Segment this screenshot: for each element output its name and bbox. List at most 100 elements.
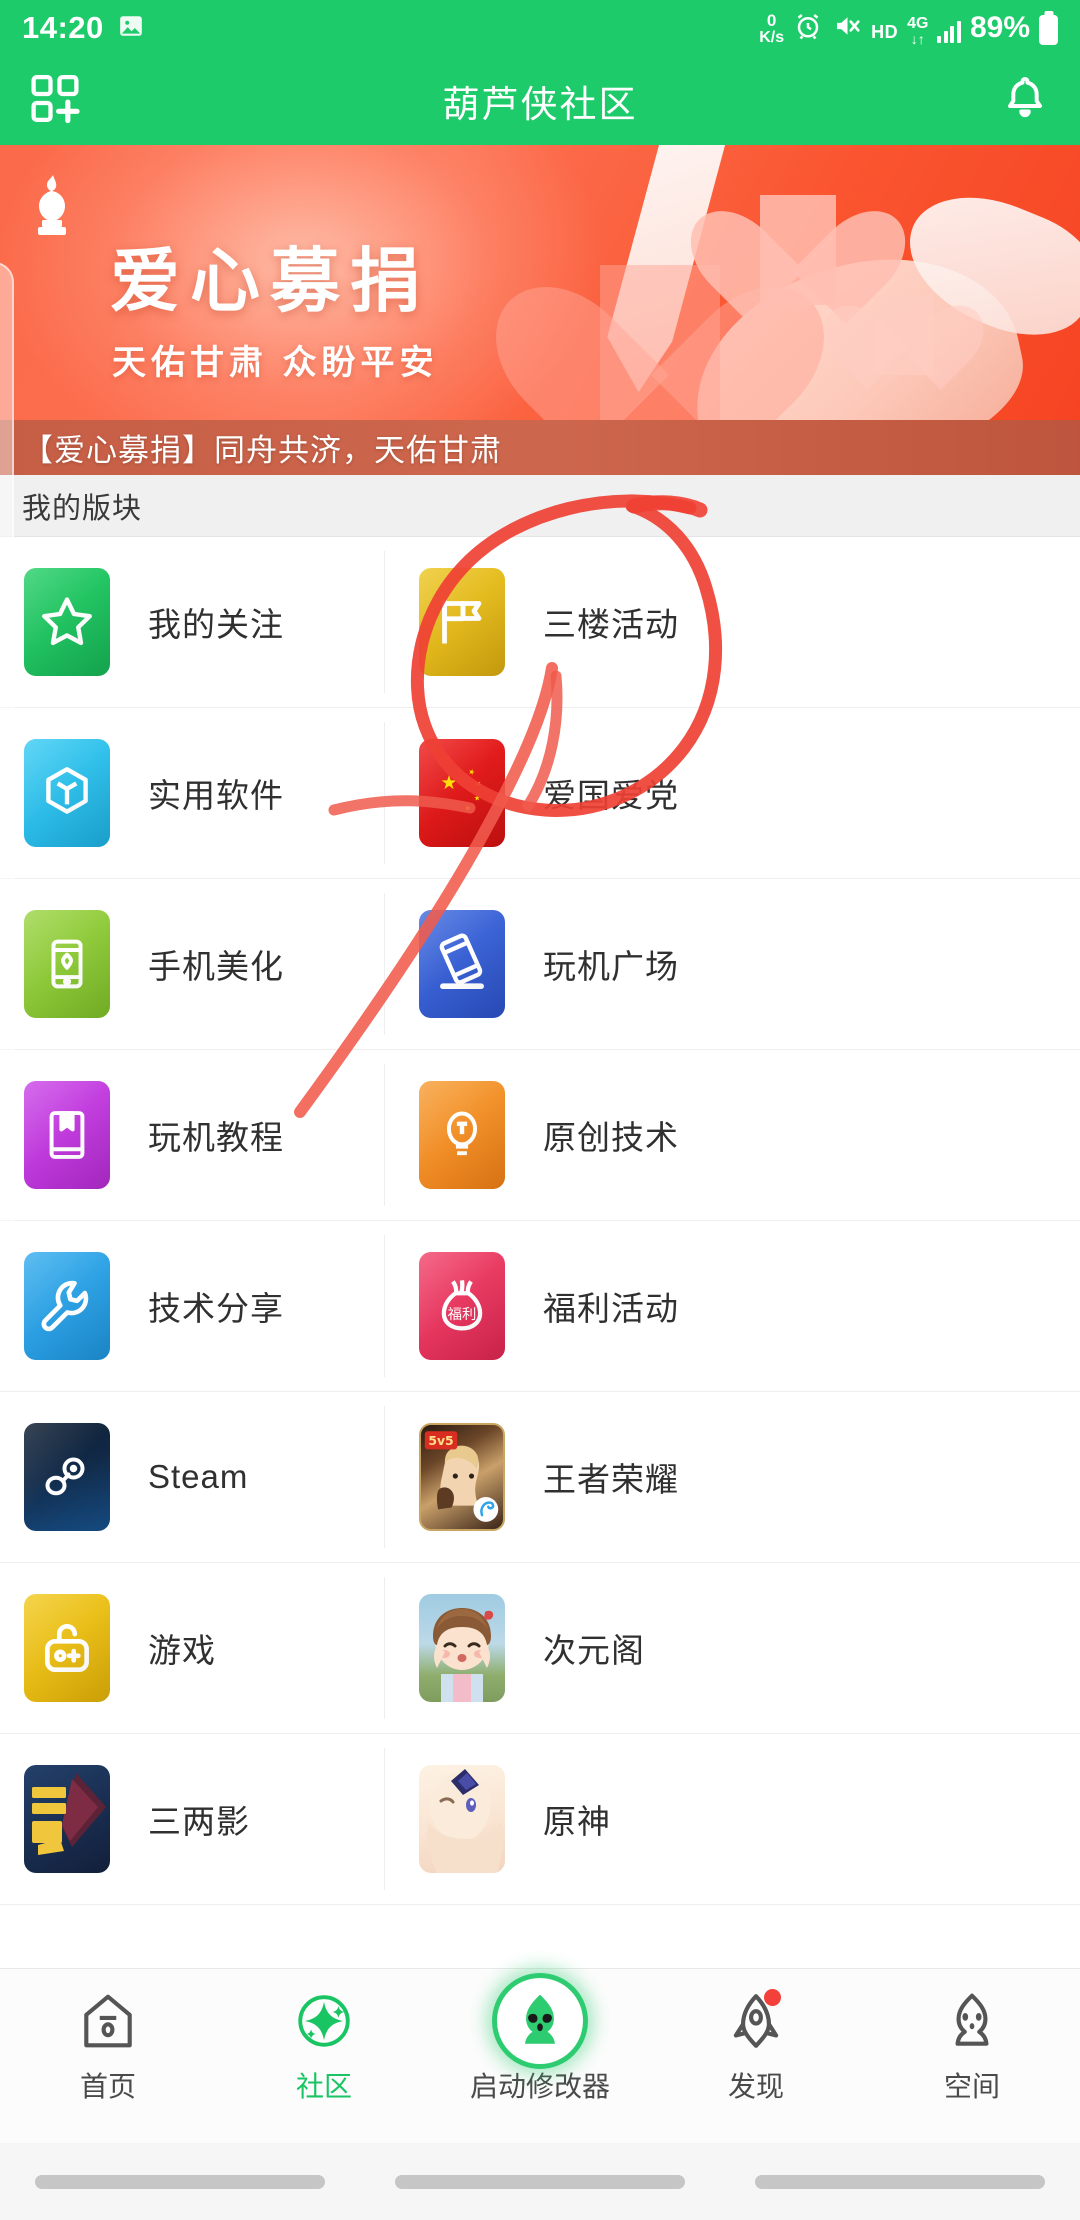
flag-icon [419, 568, 505, 676]
nav-item-launch-modifier[interactable]: 启动修改器 [440, 1973, 640, 2105]
bell-notification-icon[interactable] [1000, 73, 1050, 128]
board-item-ciyuan-pavilion[interactable]: 次元阁 [385, 1563, 1080, 1733]
network-type-label: 4G [907, 14, 929, 32]
lightbulb-icon [419, 1081, 505, 1189]
gamepad-icon [24, 1594, 110, 1702]
board-label: 玩机教程 [148, 1119, 284, 1156]
money-bag-icon: 福利 [419, 1252, 505, 1360]
phone-beautify-icon [24, 910, 110, 1018]
table-row: 游戏 次元阁 [0, 1563, 1080, 1734]
network-speed-indicator: 0 K/s [759, 12, 784, 46]
cube-icon [24, 739, 110, 847]
alarm-icon [793, 11, 823, 46]
battery-percent-label: 89% [969, 10, 1030, 44]
rocket-discover-icon [725, 1985, 787, 2057]
board-item-honor-of-kings[interactable]: 5v5 王者荣耀 [385, 1392, 1080, 1562]
board-label: 爱国爱党 [543, 777, 679, 814]
promo-banner[interactable]: 爱心募捐 天佑甘肃 众盼平安 [0, 145, 1080, 420]
gourd-logo-icon [26, 172, 78, 238]
banner-caption-text: 【爱心募捐】同舟共济，天佑甘肃 [22, 433, 502, 468]
board-label: Steam [148, 1458, 249, 1495]
gesture-pill-left[interactable] [35, 2174, 325, 2189]
board-grid[interactable]: 我的关注 三楼活动 实用软件 爱国爱党 手机美化 玩机广场 玩机教程 原创技术 … [0, 537, 1080, 1968]
table-row: 手机美化 玩机广场 [0, 879, 1080, 1050]
status-right-icons: 0 K/s HD 4G ↓↑ 89% [759, 11, 1058, 46]
board-label: 玩机广场 [543, 948, 679, 985]
up-down-arrows: ↓↑ [910, 30, 925, 47]
board-label: 实用软件 [148, 777, 284, 814]
table-row: Steam 5v5 王者荣耀 [0, 1392, 1080, 1563]
china-flag-icon [419, 739, 505, 847]
page-title: 葫芦侠社区 [442, 83, 638, 125]
banner-subtitle: 天佑甘肃 众盼平安 [112, 344, 439, 382]
section-header-my-boards: 我的版块 [0, 475, 1080, 537]
board-item-third-floor-activity[interactable]: 三楼活动 [385, 537, 1080, 707]
board-label: 技术分享 [148, 1290, 284, 1327]
board-item-patriotic[interactable]: 爱国爱党 [385, 708, 1080, 878]
board-item-games[interactable]: 游戏 [0, 1563, 385, 1733]
anime-girl-art-icon [419, 1594, 505, 1702]
svg-text:5v5: 5v5 [428, 1433, 453, 1448]
board-item-play-plaza[interactable]: 玩机广场 [385, 879, 1080, 1049]
status-bar: 14:20 0 K/s HD 4G ↓↑ 89% [0, 0, 1080, 56]
system-gesture-bar [0, 2143, 1080, 2220]
board-item-sanliangying[interactable]: 三两影 [0, 1734, 385, 1904]
board-label: 原神 [543, 1803, 611, 1840]
battery-icon [1039, 14, 1058, 45]
nav-item-discover[interactable]: 发现 [656, 1985, 856, 2105]
banner-title: 爱心募捐 [110, 242, 430, 320]
nav-label: 空间 [943, 2071, 1000, 2102]
steam-logo-icon [24, 1423, 110, 1531]
movie-app-art-icon [24, 1765, 110, 1873]
honor-of-kings-art-icon: 5v5 [419, 1423, 505, 1531]
star-icon [24, 568, 110, 676]
board-item-phone-beautify[interactable]: 手机美化 [0, 879, 385, 1049]
board-item-play-tutorial[interactable]: 玩机教程 [0, 1050, 385, 1220]
home-icon [77, 1985, 139, 2057]
gesture-pill-right[interactable] [755, 2174, 1045, 2189]
board-label: 三楼活动 [543, 606, 679, 643]
signal-icon [937, 20, 961, 46]
board-label: 我的关注 [148, 606, 284, 643]
table-row: 技术分享 福利 福利活动 [0, 1221, 1080, 1392]
notification-badge-dot [764, 1989, 781, 2006]
heart-decoration [875, 295, 933, 375]
heart-decoration [600, 265, 720, 420]
wrench-icon [24, 1252, 110, 1360]
qr-scan-add-icon[interactable] [28, 71, 82, 130]
board-item-original-tech[interactable]: 原创技术 [385, 1050, 1080, 1220]
board-item-welfare-activity[interactable]: 福利 福利活动 [385, 1221, 1080, 1391]
banner-caption-bar[interactable]: 【爱心募捐】同舟共济，天佑甘肃 [0, 420, 1080, 475]
hd-icon: HD [871, 21, 899, 42]
modifier-mascot-icon[interactable] [492, 1973, 588, 2069]
nav-item-space[interactable]: 空间 [872, 1985, 1072, 2105]
genshin-art-icon [419, 1765, 505, 1873]
board-label: 原创技术 [543, 1119, 679, 1156]
board-label: 游戏 [148, 1632, 216, 1669]
image-icon [118, 13, 144, 44]
network-speed-unit: K/s [759, 28, 785, 46]
tilted-phone-icon [419, 910, 505, 1018]
nav-label: 社区 [295, 2071, 352, 2102]
nav-item-home[interactable]: 首页 [8, 1985, 208, 2105]
table-row: 我的关注 三楼活动 [0, 537, 1080, 708]
board-label: 王者荣耀 [543, 1461, 679, 1498]
board-item-useful-software[interactable]: 实用软件 [0, 708, 385, 878]
board-item-genshin[interactable]: 原神 [385, 1734, 1080, 1904]
nav-label: 启动修改器 [469, 2071, 610, 2102]
board-item-tech-share[interactable]: 技术分享 [0, 1221, 385, 1391]
sparkle-community-icon [293, 1985, 355, 2057]
status-time: 14:20 [22, 10, 104, 45]
gesture-pill-center[interactable] [395, 2174, 685, 2189]
floating-drawer-edge[interactable] [0, 262, 14, 1302]
nav-item-community[interactable]: 社区 [224, 1985, 424, 2105]
board-item-steam[interactable]: Steam [0, 1392, 385, 1562]
board-item-my-follows[interactable]: 我的关注 [0, 537, 385, 707]
board-label: 福利活动 [543, 1290, 679, 1327]
bottom-navigation-bar: 首页 社区 启动修改器 发现 空间 [0, 1968, 1080, 2143]
table-row: 玩机教程 原创技术 [0, 1050, 1080, 1221]
mute-icon [832, 11, 862, 46]
book-icon [24, 1081, 110, 1189]
status-left-icons [118, 13, 144, 44]
board-label: 次元阁 [543, 1632, 645, 1669]
